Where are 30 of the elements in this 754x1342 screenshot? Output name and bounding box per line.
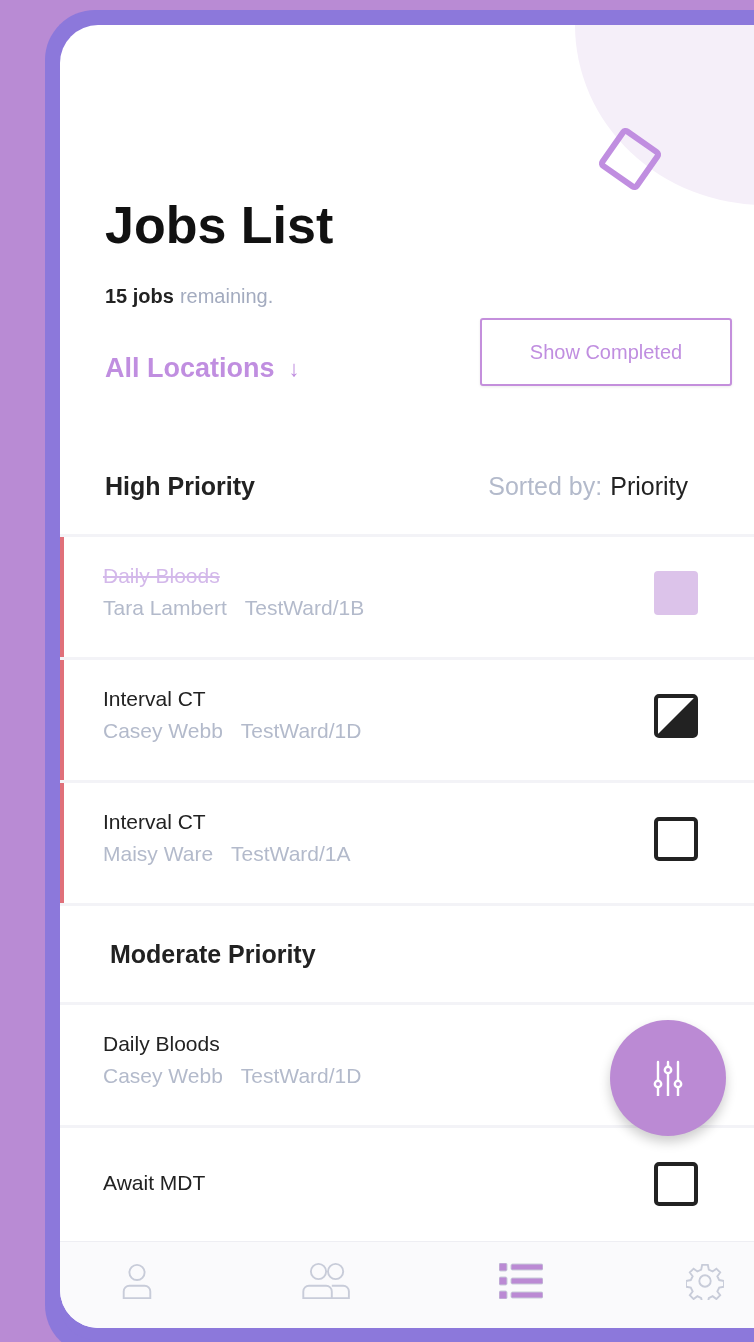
ward-label: TestWard/1D — [240, 1064, 362, 1088]
list-tab[interactable] — [499, 1263, 544, 1299]
job-title: Interval CT — [103, 810, 207, 834]
sliders-icon — [653, 1060, 683, 1096]
patient-name: Maisy Ware — [103, 842, 214, 866]
ward-label: TestWard/1A — [231, 842, 351, 866]
job-title: Daily Bloods — [103, 1032, 221, 1056]
job-row[interactable]: Interval CT Maisy Ware TestWard/1A — [60, 780, 754, 903]
checkbox[interactable] — [654, 817, 698, 861]
section-title: High Priority — [105, 471, 255, 501]
checkbox[interactable] — [654, 1162, 698, 1206]
job-row[interactable]: Interval CT Casey Webb TestWard/1D — [60, 657, 754, 780]
job-title: Interval CT — [103, 687, 207, 711]
patient-name: Tara Lambert — [103, 596, 227, 620]
filter-button[interactable] — [610, 1020, 726, 1136]
section-title: Moderate Priority — [110, 939, 316, 969]
sort-label: Sorted by: — [488, 471, 603, 501]
checkbox[interactable] — [654, 571, 698, 615]
job-title: Await MDT — [103, 1171, 206, 1195]
remaining-label: remaining. — [179, 285, 274, 308]
job-title: Daily Bloods — [103, 564, 221, 588]
settings-tab[interactable] — [685, 1262, 724, 1300]
jobs-count: 15 jobs — [105, 285, 174, 308]
patient-name: Casey Webb — [103, 719, 223, 743]
patient-name: Casey Webb — [103, 1064, 223, 1088]
checkbox[interactable] — [654, 694, 698, 738]
page-title: Jobs List — [105, 195, 335, 255]
ward-label: TestWard/1D — [240, 719, 362, 743]
ward-label: TestWard/1B — [244, 596, 365, 620]
sort-value[interactable]: Priority — [610, 471, 688, 501]
